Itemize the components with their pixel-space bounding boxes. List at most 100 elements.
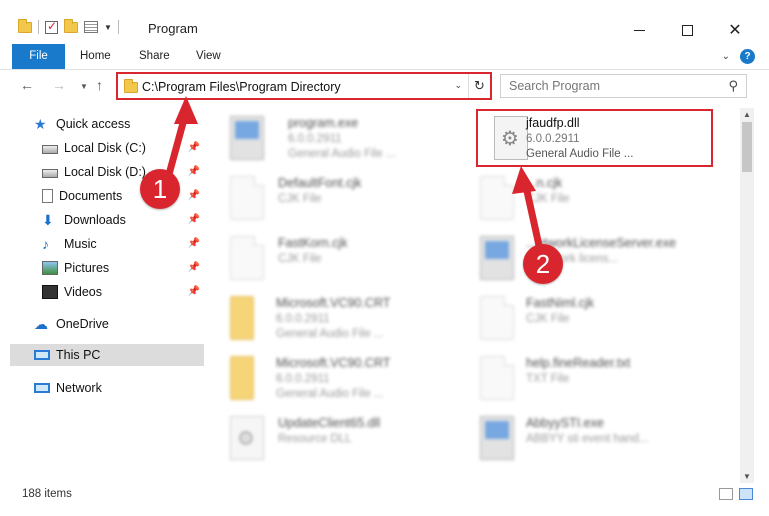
documents-icon: [42, 189, 53, 203]
nav-item-onedrive[interactable]: ☁ OneDrive: [34, 313, 204, 335]
search-box[interactable]: ⚲: [500, 74, 747, 98]
file-item[interactable]: ...n.cjk CJK File: [476, 170, 721, 228]
file-item[interactable]: AbbyySTI.exe ABBYY sti event hand...: [476, 410, 721, 468]
cloud-icon: ☁: [34, 316, 48, 332]
close-button[interactable]: ✕: [712, 16, 758, 44]
nav-item-network[interactable]: Network: [34, 377, 204, 399]
nav-item-this-pc[interactable]: This PC: [10, 344, 204, 366]
search-input[interactable]: [509, 78, 709, 94]
downloads-icon: ⬇: [42, 212, 54, 228]
tab-view[interactable]: View: [184, 44, 233, 69]
search-icon[interactable]: ⚲: [728, 78, 738, 94]
maximize-icon: [681, 24, 693, 36]
exe-icon: [230, 116, 264, 160]
nav-item-label: Network: [56, 381, 102, 395]
minimize-button[interactable]: [616, 16, 662, 44]
folder-icon[interactable]: [18, 18, 32, 33]
nav-item-label: Videos: [64, 285, 102, 299]
gear-icon: ⚙: [237, 428, 255, 450]
customize-toolbar-chevron-icon[interactable]: ▼: [104, 23, 112, 32]
dll-icon: ⚙: [230, 416, 264, 460]
step-1-badge: 1: [140, 169, 180, 209]
file-icon: [230, 176, 264, 220]
nav-item-pictures[interactable]: Pictures 📌: [42, 257, 204, 279]
vertical-scrollbar[interactable]: ▲ ▼: [740, 108, 754, 483]
address-dropdown-chevron-icon[interactable]: ⌄: [454, 80, 462, 91]
folder-icon: [230, 356, 254, 400]
up-arrow-icon[interactable]: ↑: [96, 77, 103, 93]
nav-item-label: Music: [64, 237, 97, 251]
separator: [117, 20, 119, 34]
file-item[interactable]: ⚙ UpdateClient65.dll Resource DLL: [212, 410, 457, 468]
view-toggle: [719, 488, 753, 500]
close-icon: ✕: [728, 22, 742, 39]
tab-share[interactable]: Share: [127, 44, 182, 69]
scroll-thumb[interactable]: [742, 122, 752, 172]
help-icon[interactable]: ?: [740, 49, 755, 64]
file-item[interactable]: FastKorn.cjk CJK File: [212, 230, 457, 288]
file-item[interactable]: ...etworkLicenseServer.exe ...network li…: [476, 230, 721, 288]
tab-file[interactable]: File: [12, 44, 65, 69]
exe-icon: [480, 416, 514, 460]
file-item[interactable]: Microsoft.VC90.CRT 6.0.0.2911 General Au…: [212, 290, 457, 348]
item-count: 188 items: [22, 488, 72, 500]
address-path[interactable]: C:\Program Files\Program Directory: [142, 80, 341, 94]
maximize-button[interactable]: [664, 16, 710, 44]
file-version: 6.0.0.2911: [276, 373, 330, 385]
file-type: CJK File: [278, 193, 322, 205]
scroll-down-icon[interactable]: ▼: [743, 472, 751, 481]
pictures-icon: [42, 261, 58, 275]
file-item[interactable]: Microsoft.VC90.CRT 6.0.0.2911 General Au…: [212, 350, 457, 408]
file-type: CJK File: [526, 193, 570, 205]
pin-icon: 📌: [187, 262, 200, 273]
nav-item-downloads[interactable]: ⬇ Downloads 📌: [42, 209, 204, 231]
file-icon: [480, 296, 514, 340]
file-item[interactable]: FastNiml.cjk CJK File: [476, 290, 721, 348]
file-item[interactable]: DefaultFont.cjk CJK File: [212, 170, 457, 228]
new-folder-icon[interactable]: [64, 18, 78, 33]
pin-icon: 📌: [187, 214, 200, 225]
details-view-icon[interactable]: [719, 488, 733, 500]
tab-home[interactable]: Home: [68, 44, 123, 69]
scroll-up-icon[interactable]: ▲: [743, 110, 751, 119]
expand-ribbon-chevron-icon[interactable]: ⌄: [722, 51, 730, 62]
nav-item-label: Documents: [59, 189, 123, 203]
file-version: 6.0.0.2911: [276, 313, 330, 325]
tiles-view-icon[interactable]: [739, 488, 753, 500]
exe-icon: [480, 236, 514, 280]
folder-icon: [230, 296, 254, 340]
file-description: General Audio File ...: [288, 148, 396, 160]
pin-icon: 📌: [187, 238, 200, 249]
address-bar[interactable]: C:\Program Files\Program Directory ⌄ ↻: [116, 72, 492, 100]
nav-item-quick-access[interactable]: ★ Quick access: [34, 113, 204, 135]
quick-access-toolbar: ▼: [18, 18, 119, 34]
separator: [38, 20, 39, 34]
nav-item-local-disk-c[interactable]: Local Disk (C:) 📌: [42, 137, 204, 159]
file-type: TXT File: [526, 373, 570, 385]
highlight-box: [476, 109, 713, 167]
navigation-pane: ★ Quick access Local Disk (C:) 📌 Local D…: [10, 110, 204, 480]
view-list-icon[interactable]: [84, 21, 98, 33]
nav-item-local-disk-d[interactable]: Local Disk (D:) 📌: [42, 161, 204, 183]
nav-item-label: Pictures: [64, 261, 110, 275]
step-2-badge: 2: [523, 244, 563, 284]
nav-item-music[interactable]: ♪ Music 📌: [42, 233, 204, 255]
properties-check-icon[interactable]: [45, 19, 58, 34]
back-arrow-icon[interactable]: ←: [20, 77, 34, 93]
file-name: FastKorn.cjk: [278, 236, 348, 250]
file-icon: [480, 176, 514, 220]
minimize-icon: [633, 29, 645, 31]
disk-icon: [42, 144, 58, 154]
title-bar: ▼ Program ✕: [0, 0, 769, 44]
refresh-icon[interactable]: ↻: [468, 74, 490, 98]
file-item[interactable]: help.fineReader.txt TXT File: [476, 350, 721, 408]
nav-item-videos[interactable]: Videos 📌: [42, 281, 204, 303]
file-name: AbbyySTI.exe: [526, 416, 604, 430]
file-name: help.fineReader.txt: [526, 356, 631, 370]
recent-locations-chevron-icon[interactable]: ▼: [80, 82, 88, 91]
file-name: FastNiml.cjk: [526, 296, 595, 310]
file-name: Microsoft.VC90.CRT: [276, 356, 391, 370]
forward-arrow-icon[interactable]: →: [52, 77, 66, 93]
file-type: CJK File: [526, 313, 570, 325]
file-item[interactable]: program.exe 6.0.0.2911 General Audio Fil…: [212, 110, 457, 168]
